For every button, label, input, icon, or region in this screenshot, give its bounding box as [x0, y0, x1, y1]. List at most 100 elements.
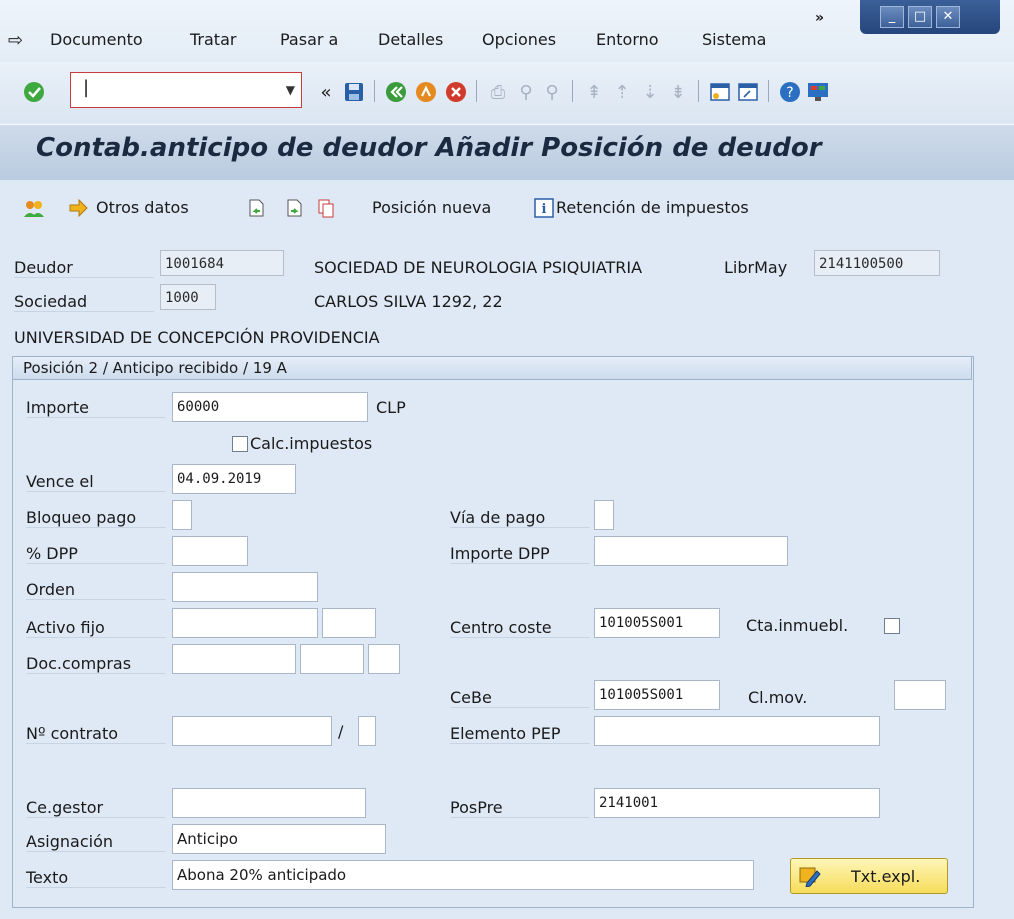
retencion-button[interactable]: Retención de impuestos: [556, 198, 749, 217]
minimize-icon[interactable]: _: [880, 6, 904, 28]
calc-impuestos-checkbox[interactable]: [232, 436, 248, 452]
via-pago-label: Vía de pago: [450, 508, 590, 528]
cta-inmuebl-checkbox[interactable]: [884, 618, 900, 634]
previous-item-icon[interactable]: [244, 196, 268, 220]
menu-sistema[interactable]: Sistema: [702, 30, 766, 49]
menu-entorno[interactable]: Entorno: [596, 30, 659, 49]
copy-item-icon[interactable]: [314, 196, 338, 220]
cl-mov-input[interactable]: [894, 680, 946, 710]
info-icon[interactable]: i: [532, 196, 556, 220]
previous-page-icon: ⇡: [614, 81, 630, 103]
activo-fijo-input[interactable]: [172, 608, 318, 638]
menu-overflow-icon[interactable]: »: [815, 10, 824, 26]
contrato-input[interactable]: [172, 716, 332, 746]
bloqueo-input[interactable]: [172, 500, 192, 530]
save-icon[interactable]: [342, 80, 366, 104]
people-icon[interactable]: [22, 196, 46, 220]
dpp-pct-input[interactable]: [172, 536, 248, 566]
texto-input[interactable]: Abona 20% anticipado: [172, 860, 754, 890]
menu-tratar[interactable]: Tratar: [190, 30, 236, 49]
centro-coste-label: Centro coste: [450, 618, 590, 638]
pospre-input[interactable]: 2141001: [594, 788, 880, 818]
elemento-pep-label: Elemento PEP: [450, 724, 590, 744]
via-pago-input[interactable]: [594, 500, 614, 530]
group-title: Posición 2 / Anticipo recibido / 19 A: [23, 359, 287, 377]
svg-text:i: i: [542, 202, 547, 217]
deudor-label: Deudor: [14, 258, 154, 278]
orden-input[interactable]: [172, 572, 318, 602]
next-page-icon: ⇣: [642, 81, 658, 103]
last-page-icon: ⇟: [670, 81, 686, 103]
nav-back-icon[interactable]: «: [314, 80, 338, 104]
asignacion-input[interactable]: Anticipo: [172, 824, 386, 854]
toolbar-separator: [476, 80, 477, 102]
svg-text:?: ?: [786, 85, 793, 101]
txt-expl-label: Txt.expl.: [851, 867, 921, 886]
importe-dpp-label: Importe DPP: [450, 544, 590, 564]
dpp-pct-label: % DPP: [26, 544, 166, 564]
chevron-down-icon[interactable]: ▼: [286, 83, 295, 97]
customize-layout-icon[interactable]: [806, 80, 830, 104]
shortcut-icon[interactable]: [736, 80, 760, 104]
help-icon[interactable]: ?: [778, 80, 802, 104]
otros-datos-button[interactable]: Otros datos: [96, 198, 189, 217]
new-session-icon[interactable]: [708, 80, 732, 104]
bloqueo-label: Bloqueo pago: [26, 508, 166, 528]
cancel-icon[interactable]: [444, 80, 468, 104]
contrato-label: Nº contrato: [26, 724, 166, 744]
toolbar-separator: [374, 80, 375, 102]
importe-label: Importe: [26, 398, 166, 418]
arrow-right-icon[interactable]: [66, 196, 90, 220]
centro-coste-input[interactable]: 101005S001: [594, 608, 720, 638]
first-page-icon: ⇞: [586, 81, 602, 103]
toolbar-separator: [698, 80, 699, 102]
activo-fijo-sub-input[interactable]: [322, 608, 376, 638]
command-cursor: |: [83, 77, 90, 98]
deudor-field: 1001684: [160, 250, 284, 276]
print-icon: ⎙: [490, 81, 506, 103]
back-icon[interactable]: [384, 80, 408, 104]
cebe-label: CeBe: [450, 688, 590, 708]
doc-compras-sub-input[interactable]: [368, 644, 400, 674]
address-line-1: CARLOS SILVA 1292, 22: [314, 292, 503, 311]
asignacion-label: Asignación: [26, 832, 166, 852]
find-icon: ⚲: [519, 81, 533, 103]
address-line-2: UNIVERSIDAD DE CONCEPCIÓN PROVIDENCIA: [14, 328, 380, 347]
close-icon[interactable]: ✕: [936, 6, 960, 28]
enter-icon[interactable]: [22, 80, 46, 104]
vence-label: Vence el: [26, 472, 166, 492]
doc-compras-input[interactable]: [172, 644, 296, 674]
librmay-label: LibrMay: [724, 258, 788, 277]
doc-compras-pos-input[interactable]: [300, 644, 364, 674]
menu-documento[interactable]: Documento: [50, 30, 143, 49]
cebe-input[interactable]: 101005S001: [594, 680, 720, 710]
command-field[interactable]: | ▼: [70, 72, 302, 108]
next-item-icon[interactable]: [282, 196, 306, 220]
currency-label: CLP: [376, 398, 406, 417]
doc-compras-label: Doc.compras: [26, 654, 166, 674]
exit-icon[interactable]: [414, 80, 438, 104]
edit-text-icon: [799, 865, 821, 888]
librmay-field: 2141100500: [814, 250, 940, 276]
menu-toggle-icon[interactable]: ⇨: [8, 30, 23, 51]
vence-input[interactable]: 04.09.2019: [172, 464, 296, 494]
deudor-name: SOCIEDAD DE NEUROLOGIA PSIQUIATRIA: [314, 258, 643, 277]
activo-fijo-label: Activo fijo: [26, 618, 166, 638]
posicion-nueva-button[interactable]: Posición nueva: [372, 198, 491, 217]
toolbar-separator: [768, 80, 769, 102]
menu-detalles[interactable]: Detalles: [378, 30, 443, 49]
menu-pasar-a[interactable]: Pasar a: [280, 30, 338, 49]
contrato-sub-input[interactable]: [358, 716, 376, 746]
group-header: Posición 2 / Anticipo recibido / 19 A: [12, 356, 972, 380]
importe-input[interactable]: 60000: [172, 392, 368, 422]
ce-gestor-input[interactable]: [172, 788, 366, 818]
orden-label: Orden: [26, 580, 166, 600]
elemento-pep-input[interactable]: [594, 716, 880, 746]
contrato-slash: /: [338, 722, 344, 741]
importe-dpp-input[interactable]: [594, 536, 788, 566]
menu-opciones[interactable]: Opciones: [482, 30, 556, 49]
find-next-icon: ⚲: [545, 81, 559, 103]
sociedad-field: 1000: [160, 284, 216, 310]
txt-expl-button[interactable]: Txt.expl.: [790, 858, 948, 894]
maximize-icon[interactable]: □: [908, 6, 932, 28]
